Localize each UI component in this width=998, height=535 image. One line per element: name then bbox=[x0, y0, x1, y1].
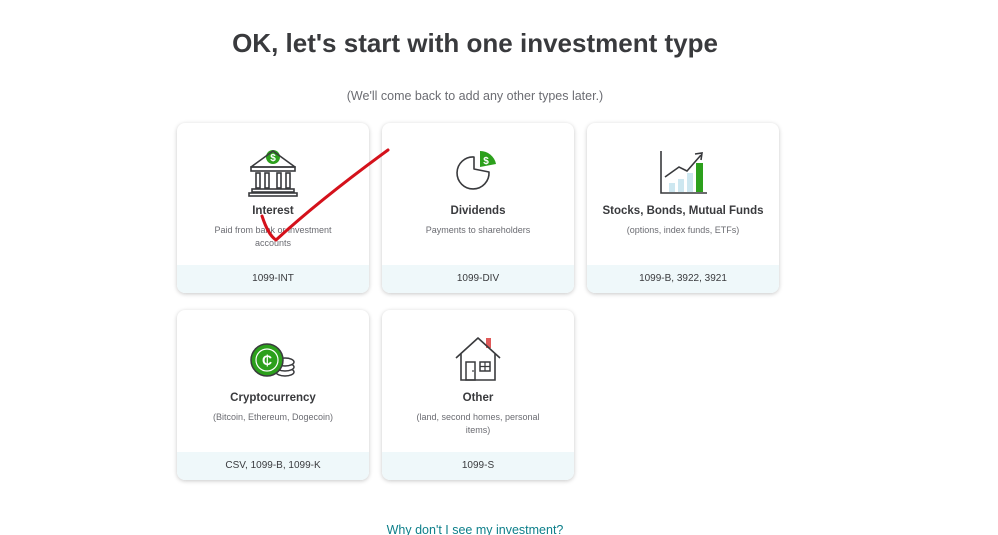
investment-type-page: OK, let's start with one investment type… bbox=[0, 0, 998, 535]
svg-text:$: $ bbox=[270, 153, 276, 164]
house-icon bbox=[382, 334, 574, 384]
card-stocks-description: (options, index funds, ETFs) bbox=[626, 225, 740, 235]
growth-chart-icon bbox=[587, 147, 779, 197]
svg-text:₵: ₵ bbox=[262, 352, 272, 368]
card-stocks-forms: 1099-B, 3922, 3921 bbox=[587, 265, 779, 293]
card-stocks-bonds-mutual-funds[interactable]: Stocks, Bonds, Mutual Funds (options, in… bbox=[587, 123, 779, 293]
card-cryptocurrency-title: Cryptocurrency bbox=[230, 392, 316, 404]
card-interest-description: Paid from bank or investment accounts bbox=[214, 225, 332, 248]
card-dividends-title: Dividends bbox=[450, 205, 506, 217]
why-dont-i-see-investment-link[interactable]: Why don't I see my investment? bbox=[0, 523, 950, 535]
page-title: OK, let's start with one investment type bbox=[232, 28, 718, 58]
card-other-description: (land, second homes, personal items) bbox=[416, 412, 540, 435]
card-cryptocurrency-description: (Bitcoin, Ethereum, Dogecoin) bbox=[212, 412, 334, 422]
pie-chart-dollar-icon: $ bbox=[382, 147, 574, 197]
card-other-forms: 1099-S bbox=[382, 452, 574, 480]
bank-icon: $ bbox=[177, 147, 369, 197]
card-dividends-description: Payments to shareholders bbox=[425, 225, 531, 235]
card-cryptocurrency-forms: CSV, 1099-B, 1099-K bbox=[177, 452, 369, 480]
card-other-title: Other bbox=[462, 392, 494, 404]
svg-text:$: $ bbox=[483, 156, 489, 167]
card-stocks-title: Stocks, Bonds, Mutual Funds bbox=[602, 205, 764, 217]
card-dividends[interactable]: $ Dividends Payments to shareholders 109… bbox=[382, 123, 574, 293]
crypto-coins-icon: ₵ bbox=[177, 334, 369, 384]
card-other[interactable]: Other (land, second homes, personal item… bbox=[382, 310, 574, 480]
page-subtitle: (We'll come back to add any other types … bbox=[346, 89, 604, 103]
card-interest[interactable]: $ Interest Paid from bank or investment … bbox=[177, 123, 369, 293]
card-cryptocurrency[interactable]: ₵ Cryptocurrency (Bitcoin, Ethereum, Dog… bbox=[177, 310, 369, 480]
card-dividends-forms: 1099-DIV bbox=[382, 265, 574, 293]
card-interest-forms: 1099-INT bbox=[177, 265, 369, 293]
card-interest-title: Interest bbox=[252, 205, 294, 217]
